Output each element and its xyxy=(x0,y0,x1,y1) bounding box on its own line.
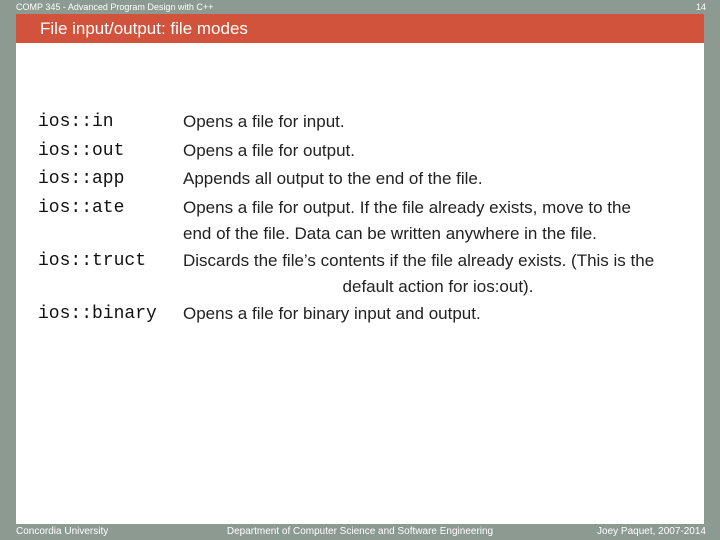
mode-description: Appends all output to the end of the fil… xyxy=(183,166,693,192)
mode-term: ios::ate xyxy=(38,198,125,218)
title-bar: File input/output: file modes xyxy=(16,14,704,43)
mode-description-line: Discards the file’s contents if the file… xyxy=(183,251,655,270)
mode-term: ios::app xyxy=(38,169,125,189)
footer: Concordia University Department of Compu… xyxy=(0,524,720,540)
mode-description: Opens a file for input. xyxy=(183,109,693,135)
slide-content: ios::in Opens a file for input. ios::out… xyxy=(16,43,704,524)
mode-term: ios::in xyxy=(38,112,114,132)
mode-description-line: Opens a file for input. xyxy=(183,112,345,131)
course-title: COMP 345 - Advanced Program Design with … xyxy=(16,2,214,12)
mode-term: ios::truct xyxy=(38,251,147,271)
footer-author: Joey Paquet, 2007-2014 xyxy=(597,526,706,537)
mode-description: Opens a file for binary input and output… xyxy=(183,301,693,327)
slide-title: File input/output: file modes xyxy=(40,19,248,38)
top-bar: COMP 345 - Advanced Program Design with … xyxy=(0,0,720,14)
mode-description-line: default action for ios:out). xyxy=(342,277,534,296)
mode-term: ios::out xyxy=(38,141,125,161)
mode-description-line: Opens a file for output. If the file alr… xyxy=(183,198,631,217)
mode-description: Opens a file for output. xyxy=(183,138,693,164)
mode-description-line: Opens a file for binary input and output… xyxy=(183,304,481,323)
page-number: 14 xyxy=(695,2,706,12)
mode-description-line: Opens a file for output. xyxy=(183,141,355,160)
mode-description-line: Appends all output to the end of the fil… xyxy=(183,169,483,188)
mode-description: Discards the file’s contents if the file… xyxy=(183,248,693,300)
mode-description: Opens a file for output. If the file alr… xyxy=(183,195,693,247)
mode-term: ios::binary xyxy=(38,304,157,324)
mode-description-line: end of the file. Data can be written any… xyxy=(183,224,597,243)
